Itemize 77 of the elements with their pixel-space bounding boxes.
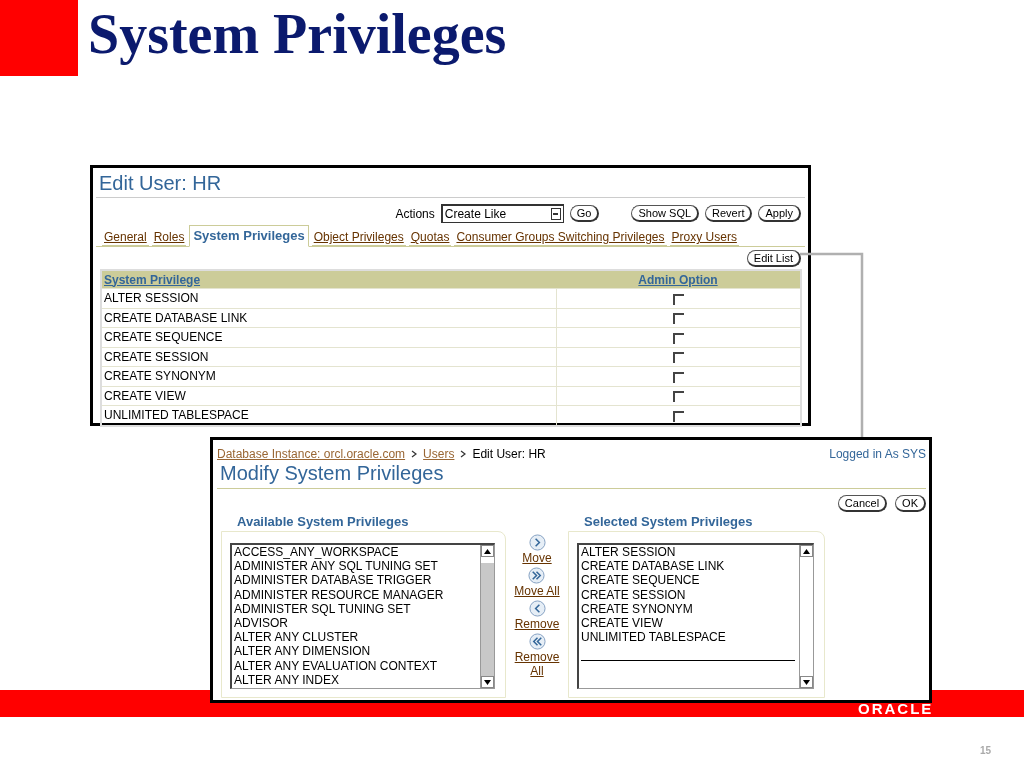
- scrollbar[interactable]: [480, 545, 494, 688]
- action-button[interactable]: Revert: [705, 205, 753, 222]
- list-item[interactable]: ADMINISTER SQL TUNING SET: [234, 601, 480, 616]
- checkbox[interactable]: [672, 391, 684, 403]
- list-heading: Available System Privileges: [236, 513, 410, 531]
- up-arrow-icon[interactable]: [803, 548, 810, 554]
- checkbox[interactable]: [672, 371, 684, 383]
- list-item[interactable]: ALTER ANY CLUSTER: [234, 630, 480, 645]
- table-cell: CREATE SEQUENCE: [101, 327, 556, 347]
- shuttle-button[interactable]: Remove All: [512, 633, 562, 678]
- tab[interactable]: Quotas: [408, 230, 452, 246]
- up-arrow-icon[interactable]: [484, 548, 491, 554]
- tab[interactable]: Roles: [151, 230, 187, 246]
- checkbox[interactable]: [672, 293, 684, 305]
- list-item[interactable]: CREATE SESSION: [581, 587, 799, 602]
- breadcrumb-link[interactable]: Users: [423, 447, 455, 461]
- list-item[interactable]: CREATE SEQUENCE: [581, 573, 799, 588]
- checkbox[interactable]: [672, 332, 684, 344]
- list-box[interactable]: ALTER SESSION CREATE DATABASE LINK CREATE SEQUENCE CREATE SESSION CREATE SYNONYM CREATE VIEW UNLIMITED TABLESPACE: [577, 543, 814, 689]
- page-title: Modify System Privileges: [217, 461, 926, 489]
- down-arrow-icon[interactable]: [484, 679, 491, 685]
- table-cell: CREATE DATABASE LINK: [101, 308, 556, 328]
- checkbox[interactable]: [672, 410, 684, 422]
- go-button[interactable]: Go: [569, 205, 600, 222]
- tab[interactable]: System Privileges: [189, 225, 309, 247]
- table-cell: CREATE VIEW: [101, 386, 556, 406]
- chevron-icon: [460, 450, 467, 458]
- chevron-icon: [411, 450, 418, 458]
- right-chevron-icon: [528, 567, 546, 584]
- logo: ORACLE: [858, 701, 934, 716]
- tab[interactable]: Consumer Groups Switching Privileges: [454, 230, 667, 246]
- scrollbar[interactable]: [799, 545, 813, 688]
- column-header[interactable]: System Privilege: [101, 270, 556, 289]
- dialog-button[interactable]: Cancel: [837, 495, 888, 512]
- shuttle-button[interactable]: Move All: [514, 567, 560, 598]
- dialog-button[interactable]: OK: [895, 495, 926, 512]
- left-chevron-icon: [528, 600, 546, 617]
- list-item[interactable]: ALTER ANY INDEX: [234, 672, 480, 688]
- list-item[interactable]: ACCESS_ANY_WORKSPACE: [234, 545, 480, 560]
- tab[interactable]: Proxy Users: [669, 230, 739, 246]
- list-item[interactable]: ADMINISTER DATABASE TRIGGER: [234, 573, 480, 588]
- action-button[interactable]: Apply: [758, 205, 801, 222]
- table-cell: ALTER SESSION: [101, 288, 556, 308]
- right-chevron-icon: [528, 534, 546, 551]
- checkbox[interactable]: [672, 352, 684, 364]
- actions-dropdown[interactable]: Create Like: [440, 204, 564, 223]
- shuttle-button[interactable]: Move: [522, 534, 552, 565]
- action-button[interactable]: Show SQL: [631, 205, 700, 222]
- list-item[interactable]: ALTER ANY EVALUATION CONTEXT: [234, 658, 480, 673]
- actions-label: Actions: [395, 206, 435, 221]
- list-item[interactable]: ALTER ANY DIMENSION: [234, 644, 480, 659]
- slide-title: System Privileges: [88, 4, 507, 66]
- list-item[interactable]: ALTER SESSION: [581, 545, 799, 560]
- list-item[interactable]: ADMINISTER RESOURCE MANAGER: [234, 587, 480, 602]
- list-item[interactable]: UNLIMITED TABLESPACE: [581, 630, 799, 645]
- column-header[interactable]: Admin Option: [556, 270, 801, 289]
- breadcrumb-current: Edit User: HR: [472, 447, 546, 461]
- tab[interactable]: Object Privileges: [311, 230, 406, 246]
- table-cell: CREATE SESSION: [101, 347, 556, 367]
- edit-list-button[interactable]: Edit List: [746, 250, 801, 267]
- checkbox[interactable]: [672, 313, 684, 325]
- table-cell: CREATE SYNONYM: [101, 366, 556, 386]
- down-arrow-icon[interactable]: [803, 679, 810, 685]
- left-chevron-icon: [528, 633, 546, 650]
- list-item[interactable]: CREATE SYNONYM: [581, 601, 799, 616]
- list-item[interactable]: CREATE VIEW: [581, 616, 799, 631]
- list-item[interactable]: CREATE DATABASE LINK: [581, 559, 799, 574]
- tab[interactable]: General: [102, 230, 149, 246]
- shuttle-button[interactable]: Remove: [514, 600, 560, 631]
- list-item[interactable]: ADVISOR: [234, 616, 480, 631]
- logged-in-text: Logged in As SYS: [829, 447, 926, 461]
- list-heading: Selected System Privileges: [583, 513, 754, 531]
- page-title: Edit User: HR: [96, 168, 805, 198]
- list-item[interactable]: ADMINISTER ANY SQL TUNING SET: [234, 559, 480, 574]
- page-number: 15: [980, 745, 992, 756]
- list-box[interactable]: [230, 543, 495, 689]
- breadcrumb-link[interactable]: Database Instance: orcl.oracle.com: [217, 447, 406, 461]
